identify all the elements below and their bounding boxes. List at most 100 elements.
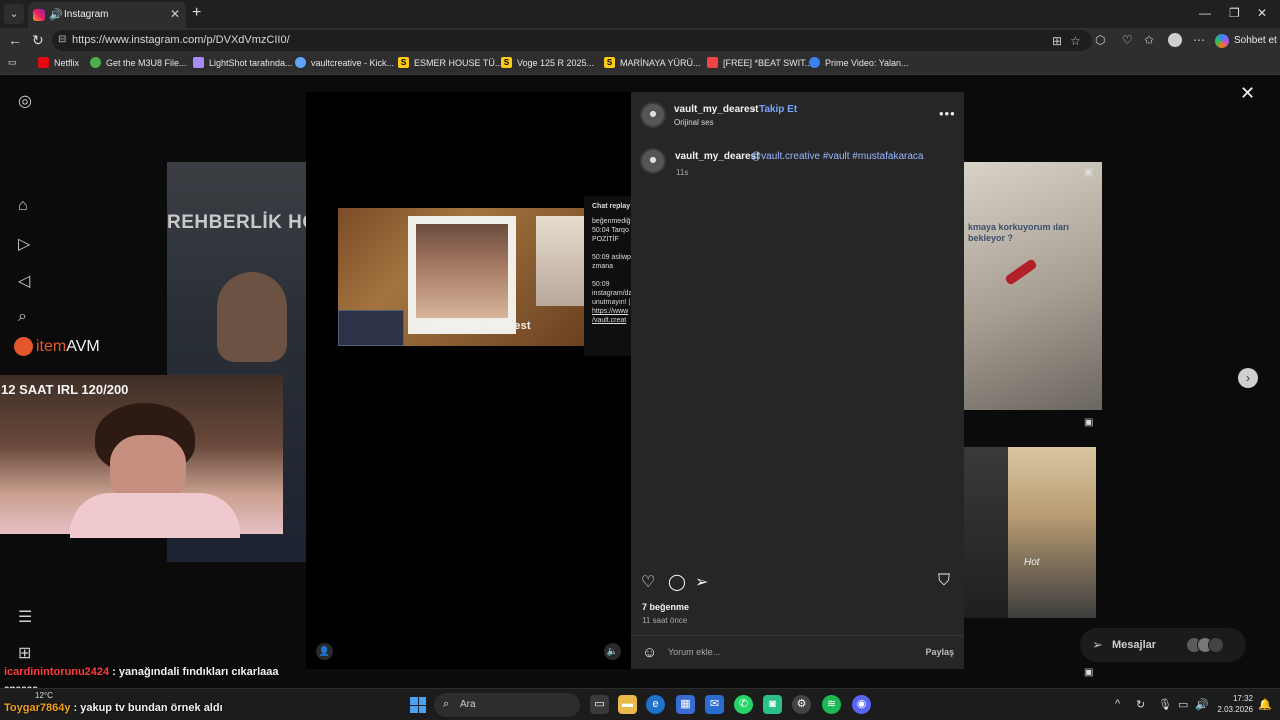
next-post-chevron-icon[interactable]: › [1238, 368, 1258, 388]
onedrive-sync-icon[interactable]: ↻ [1136, 698, 1145, 711]
bookmark-voge[interactable]: S Voge 125 R 2025... [501, 57, 594, 68]
address-bar[interactable]: ⊟ https://www.instagram.com/p/DVXdVmzCII… [52, 30, 1092, 51]
author-avatar[interactable] [640, 102, 666, 128]
home-icon[interactable]: ⌂ [18, 197, 28, 215]
stream-goal-title: 12 SAAT IRL 120/200 [1, 382, 129, 397]
minimize-icon[interactable]: — [1199, 6, 1211, 20]
caption-username[interactable]: vault_my_dearest [675, 151, 760, 162]
tab-title: Instagram [64, 9, 109, 20]
bookmark-prime-video[interactable]: Prime Video: Yalan... [809, 57, 909, 68]
browser-essentials-icon[interactable]: ♡ [1122, 33, 1133, 47]
explore-icon[interactable]: ◁ [18, 271, 30, 291]
clock-time: 17:32 [1232, 694, 1253, 703]
separator-dot: • [752, 105, 756, 116]
lipstick-image [1004, 258, 1038, 286]
close-window-icon[interactable]: ✕ [1257, 6, 1267, 20]
comment-input[interactable]: Yorum ekle... [668, 647, 720, 657]
volume-icon[interactable]: 🔊 [1195, 698, 1209, 711]
bookmark-m3u8[interactable]: Get the M3U8 File... [90, 57, 187, 68]
messages-label: Mesajlar [1112, 639, 1157, 651]
save-bookmark-icon[interactable]: ⛉ [938, 572, 950, 590]
back-icon[interactable]: ← [8, 32, 22, 48]
emoji-icon[interactable]: ☺ [642, 644, 657, 661]
s-icon: S [604, 57, 615, 68]
likes-count[interactable]: 7 beğenme [642, 602, 689, 612]
caption-avatar[interactable] [640, 148, 666, 174]
favorites-icon[interactable]: ✩ [1144, 33, 1154, 47]
close-modal-icon[interactable]: ✕ [1240, 83, 1255, 104]
tagged-users-icon[interactable]: 👤 [316, 643, 333, 660]
messages-button[interactable]: ➢ Mesajlar [1080, 628, 1246, 662]
chat-line: POZİTİF [592, 236, 619, 243]
settings-more-icon[interactable]: ⋯ [1193, 33, 1205, 47]
bookmark-esmer-house[interactable]: S ESMER HOUSE TÜ... [398, 57, 502, 68]
edge-icon[interactable]: e [646, 695, 665, 714]
more-apps-icon[interactable]: ⊞ [18, 643, 31, 663]
notifications-icon[interactable]: 🔔 [1258, 698, 1272, 711]
clock[interactable]: 17:32 2.03.2026 [1215, 693, 1253, 715]
post-video[interactable]: Vault_my_dearest Chat replay beğenmediği… [306, 92, 631, 669]
instagram-logo-icon[interactable]: ◎ [18, 91, 32, 111]
bookmark-marinaya[interactable]: S MARİNAYA YÜRÜ... [604, 57, 701, 68]
background-reel-thumbnail[interactable] [964, 447, 1008, 618]
task-view-icon[interactable]: ▭ [590, 695, 609, 714]
extensions-icon[interactable]: ⬡ [1095, 33, 1105, 47]
profile-avatar-icon[interactable] [1168, 33, 1182, 47]
app-icon[interactable]: ⚙ [792, 695, 811, 714]
url-text[interactable]: https://www.instagram.com/p/DVXdVmzCII0/ [72, 34, 290, 46]
restore-icon[interactable]: ❐ [1229, 6, 1240, 20]
copilot-button[interactable]: Sohbet et [1215, 32, 1277, 49]
bookmark-free-beat[interactable]: [FREE] *BEAT SWIT... [707, 57, 812, 68]
obs-like-app-icon[interactable]: ◙ [763, 695, 782, 714]
discord-icon[interactable]: ◉ [852, 695, 871, 714]
chat-username: icardinintorunu2424 [4, 666, 110, 678]
bookmarks-menu-icon[interactable]: ▭ [8, 57, 17, 68]
favorite-star-icon[interactable]: ☆ [1070, 34, 1081, 48]
post-comment-button[interactable]: Paylaş [925, 647, 954, 657]
refresh-icon[interactable]: ↻ [32, 32, 44, 49]
chat-line: 50:09 [592, 281, 610, 288]
bookmark-label: Prime Video: Yalan... [825, 57, 909, 68]
search-label: Ara [460, 699, 476, 710]
kick-icon [295, 57, 306, 68]
weather-widget[interactable]: 12°C [5, 691, 53, 700]
site-info-icon[interactable]: ⊟ [58, 34, 66, 45]
background-reel-thumbnail[interactable]: Hot [1008, 447, 1096, 618]
menu-icon[interactable]: ☰ [18, 607, 32, 627]
file-explorer-icon[interactable]: ▬ [618, 695, 637, 714]
bookmark-lightshot[interactable]: LightShot tarafında... [193, 57, 293, 68]
audio-label[interactable]: Orijinal ses [674, 118, 714, 127]
new-tab-icon[interactable]: + [192, 4, 201, 22]
background-reel-thumbnail[interactable]: kmaya korkuyorum ıları bekleyor ? ▣ [964, 162, 1102, 410]
app-available-icon[interactable]: ⊞ [1052, 34, 1062, 48]
author-username[interactable]: vault_my_dearest [674, 104, 759, 115]
more-options-icon[interactable]: ••• [939, 106, 956, 121]
audio-playing-icon[interactable]: 🔊 [49, 8, 63, 21]
whatsapp-icon[interactable]: ✆ [734, 695, 753, 714]
bookmark-netflix[interactable]: Netflix [38, 57, 79, 68]
close-tab-icon[interactable]: ✕ [170, 7, 180, 21]
store-icon[interactable]: ▦ [676, 695, 695, 714]
chat-line: /vault.creat [592, 317, 627, 324]
network-icon[interactable]: ▭ [1178, 698, 1188, 711]
share-icon[interactable]: ➢ [695, 572, 708, 592]
comment-icon[interactable]: ◯ [668, 572, 686, 592]
tab-instagram[interactable]: 🔊 Instagram ✕ [28, 2, 186, 28]
like-heart-icon[interactable]: ♡ [641, 572, 655, 592]
bookmark-vaultcreative[interactable]: vaultcreative - Kick... [295, 57, 394, 68]
video-frame: Vault_my_dearest [338, 208, 584, 346]
chat-line: zmana [592, 263, 614, 270]
itemavm-logo: itemAVM [14, 337, 100, 356]
search-icon[interactable]: ⌕ [18, 308, 27, 326]
mute-toggle-icon[interactable]: 🔈 [604, 643, 621, 660]
reels-icon[interactable]: ▷ [18, 234, 30, 254]
show-hidden-icons-icon[interactable]: ^ [1115, 698, 1120, 710]
follow-button[interactable]: Takip Et [759, 104, 797, 115]
windows-start-icon[interactable] [410, 697, 426, 713]
caption-tags[interactable]: @vault.creative #vault #mustafakaraca [751, 151, 923, 162]
spotify-icon[interactable]: ≋ [822, 695, 841, 714]
taskbar-search[interactable]: ⌕ Ara [434, 693, 580, 717]
tab-actions-menu-icon[interactable]: ⌄ [4, 4, 24, 24]
microphone-icon[interactable]: 🎙 [1158, 698, 1172, 711]
mail-icon[interactable]: ✉ [705, 695, 724, 714]
